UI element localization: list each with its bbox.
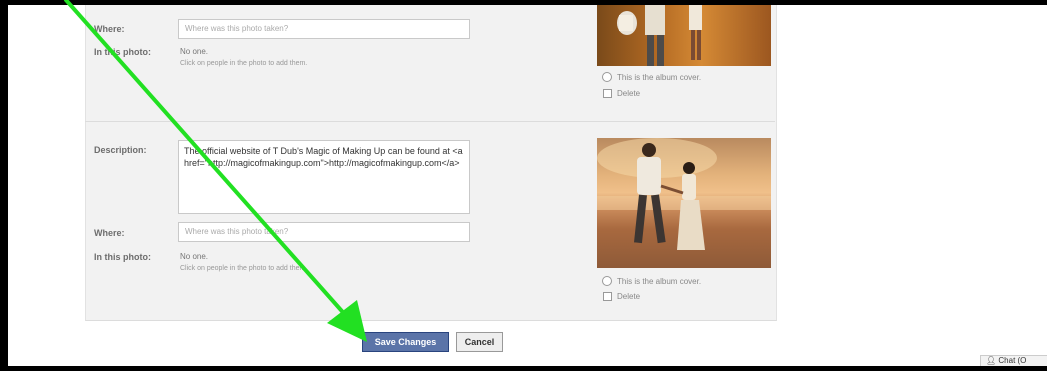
- annotation-arrow: [64, 0, 367, 342]
